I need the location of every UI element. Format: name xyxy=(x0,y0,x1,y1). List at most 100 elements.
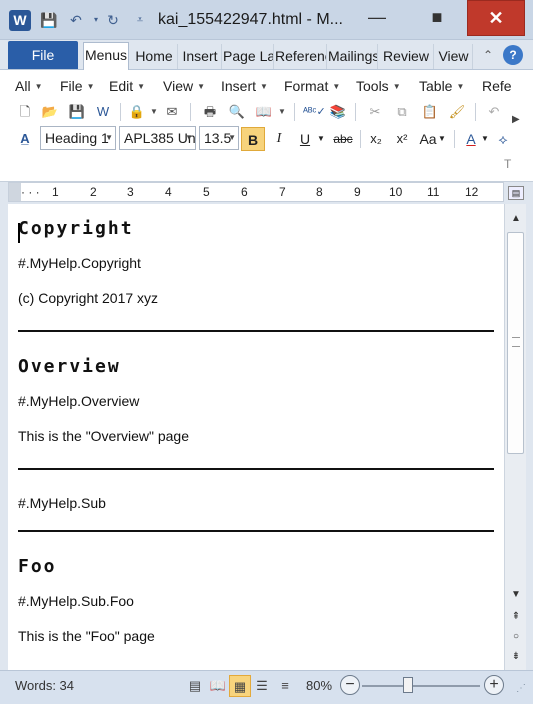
maximize-button[interactable]: ■ xyxy=(407,0,467,36)
scrollbar-thumb[interactable] xyxy=(507,232,524,454)
undo-icon[interactable]: ↶ xyxy=(66,10,86,30)
separator xyxy=(475,103,476,121)
italic-button[interactable]: I xyxy=(270,127,288,151)
scroll-down-icon[interactable]: ▼ xyxy=(509,588,523,602)
undo-icon[interactable]: ↶ xyxy=(485,103,503,121)
zoom-slider-knob[interactable] xyxy=(403,677,413,693)
help-icon[interactable]: ? xyxy=(503,45,523,65)
spelling-icon[interactable]: ᴬᴮᶜ✓ xyxy=(303,103,326,121)
chevron-down-icon[interactable]: ▼ xyxy=(145,103,163,121)
full-screen-reading-icon[interactable]: 📖 xyxy=(207,675,229,697)
outline-icon[interactable]: ☰ xyxy=(251,675,273,697)
view-ruler-icon[interactable]: ▤ xyxy=(508,186,524,200)
tab-insert[interactable]: Insert xyxy=(179,44,222,69)
menu-file[interactable]: File ▼ xyxy=(60,78,94,94)
zoom-level[interactable]: 80% xyxy=(306,678,332,693)
zoom-in-button[interactable]: + xyxy=(484,675,504,695)
print-preview-icon[interactable]: 🔍 xyxy=(228,103,246,121)
print-icon[interactable]: 🖶 xyxy=(201,103,219,121)
word-count[interactable]: Words: 34 xyxy=(15,678,74,693)
paragraph: (c) Copyright 2017 xyz xyxy=(18,290,159,306)
open-folder-icon[interactable]: 📂 xyxy=(41,103,59,121)
cut-icon[interactable]: ✂ xyxy=(366,103,384,121)
redo-icon[interactable]: ↻ xyxy=(103,10,123,30)
strikethrough-button[interactable]: abc xyxy=(331,127,355,151)
web-layout-icon[interactable]: ▦ xyxy=(229,675,251,697)
underline-button[interactable]: U xyxy=(296,127,314,151)
menu-insert[interactable]: Insert ▼ xyxy=(221,78,268,94)
collapse-ribbon-icon[interactable]: ⌃ xyxy=(478,45,498,65)
tab-references[interactable]: References xyxy=(275,44,327,69)
subscript-button[interactable]: x₂ xyxy=(366,127,386,151)
vertical-scrollbar[interactable]: ▲ ▼ ⇞ ○ ⇟ xyxy=(504,204,526,670)
document-area[interactable]: Copyright #.MyHelp.Copyright (c) Copyrig… xyxy=(8,204,504,670)
ruler-mark: 9 xyxy=(354,185,361,199)
tab-menus[interactable]: Menus xyxy=(83,42,129,70)
menu-view[interactable]: View ▼ xyxy=(163,78,205,94)
tab-mailings[interactable]: Mailings xyxy=(328,44,378,69)
horizontal-ruler[interactable]: · · · 1 2 3 4 5 6 7 8 9 10 11 12 xyxy=(8,182,504,202)
menu-all[interactable]: All ▼ xyxy=(15,78,42,94)
zoom-out-button[interactable]: − xyxy=(340,675,360,695)
paste-icon[interactable]: 📋 xyxy=(421,103,439,121)
word-logo-icon[interactable]: W xyxy=(9,10,31,31)
font-color-button[interactable]: A xyxy=(462,127,480,151)
separator xyxy=(120,103,121,121)
format-painter-icon[interactable]: 🖌 xyxy=(448,103,466,121)
menu-tools[interactable]: Tools ▼ xyxy=(356,78,401,94)
ruler-mark: 8 xyxy=(316,185,323,199)
ruler-margin xyxy=(9,183,21,201)
chevron-down-icon: ▼ xyxy=(137,82,146,91)
zoom-slider-track[interactable] xyxy=(362,685,480,687)
previous-page-icon[interactable]: ⇞ xyxy=(509,610,523,624)
tab-review[interactable]: Review xyxy=(379,44,434,69)
chevron-down-icon: ▼ xyxy=(332,82,341,91)
draft-icon[interactable]: ≡ xyxy=(274,675,296,697)
change-case-button[interactable]: Aa xyxy=(418,127,438,151)
permission-icon[interactable]: 🔒 xyxy=(128,103,146,121)
email-icon[interactable]: ✉ xyxy=(163,103,181,121)
tab-file[interactable]: File xyxy=(8,41,78,69)
tab-view[interactable]: View xyxy=(435,44,473,69)
ribbon-scroll-right-icon[interactable]: ▶ xyxy=(512,114,520,125)
menu-table[interactable]: Table ▼ xyxy=(419,78,464,94)
ruler-mark: 5 xyxy=(203,185,210,199)
select-browse-object-icon[interactable]: ○ xyxy=(509,630,523,644)
chevron-down-icon[interactable]: ▼ xyxy=(437,127,447,151)
ruler-mark: 12 xyxy=(465,185,479,199)
new-document-icon[interactable]: 🗋 xyxy=(16,103,34,121)
print-layout-icon[interactable]: ▤ xyxy=(184,675,206,697)
chevron-down-icon[interactable]: ▼ xyxy=(273,103,291,121)
research-icon[interactable]: 📚 xyxy=(329,103,347,121)
chevron-down-icon: ▼ xyxy=(185,133,193,142)
superscript-button[interactable]: x² xyxy=(392,127,412,151)
styles-icon[interactable]: A̲ xyxy=(16,130,34,148)
resize-grip-icon[interactable]: ⋰ xyxy=(516,683,526,694)
chevron-down-icon: ▼ xyxy=(197,82,206,91)
clear-formatting-icon[interactable]: ⟡ xyxy=(494,127,512,151)
save-icon[interactable]: 💾 xyxy=(39,10,59,30)
ruler-mark: 4 xyxy=(165,185,172,199)
chevron-down-icon[interactable]: ▼ xyxy=(480,127,490,151)
save-icon[interactable]: 💾 xyxy=(68,103,86,121)
paragraph: #.MyHelp.Copyright xyxy=(18,255,141,271)
heading-copyright: Copyright xyxy=(18,218,134,239)
bold-button[interactable]: B xyxy=(241,127,265,151)
font-select[interactable]: APL385 Unicode▼ xyxy=(119,126,196,150)
menu-edit[interactable]: Edit ▼ xyxy=(109,78,145,94)
minimize-button[interactable]: — xyxy=(347,0,407,36)
style-select[interactable]: Heading 1 ▼ xyxy=(40,126,116,150)
read-mode-icon[interactable]: 📖 xyxy=(255,103,273,121)
close-button[interactable]: ✕ xyxy=(467,0,525,36)
tab-home[interactable]: Home xyxy=(131,44,178,69)
tab-page-layout[interactable]: Page Layout xyxy=(223,44,274,69)
scroll-up-icon[interactable]: ▲ xyxy=(509,212,523,226)
menu-references[interactable]: Refe xyxy=(482,78,512,94)
customize-toolbar-icon[interactable]: ⩡ xyxy=(130,10,150,30)
copy-icon[interactable]: ⧉ xyxy=(393,103,411,121)
font-size-select[interactable]: 13.5 ▼ xyxy=(199,126,239,150)
menu-format[interactable]: Format ▼ xyxy=(284,78,340,94)
chevron-down-icon[interactable]: ▼ xyxy=(316,127,326,151)
next-page-icon[interactable]: ⇟ xyxy=(509,650,523,664)
save-as-web-icon[interactable]: W xyxy=(94,103,112,121)
